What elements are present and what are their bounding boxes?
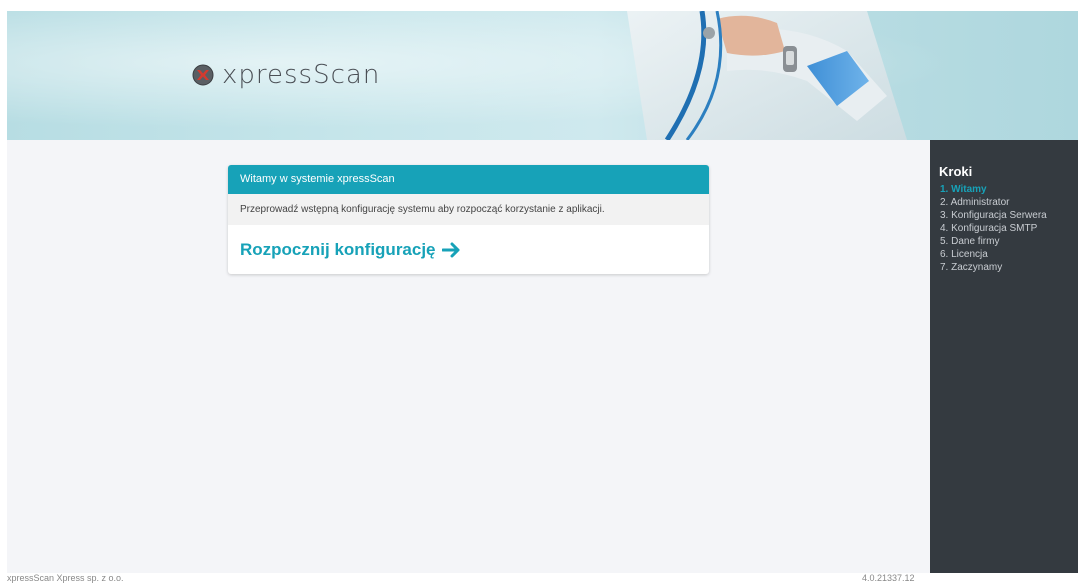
main-content: Witamy w systemie xpressScan Przeprowadź…: [7, 140, 930, 573]
start-configuration-link[interactable]: Rozpocznij konfigurację: [228, 225, 709, 274]
steps-list: 1. Witamy 2. Administrator 3. Konfigurac…: [939, 183, 1078, 274]
steps-sidebar: Kroki 1. Witamy 2. Administrator 3. Konf…: [930, 140, 1078, 573]
step-administrator: 2. Administrator: [940, 197, 1010, 208]
step-company-data: 5. Dane firmy: [940, 236, 1000, 247]
xpressscan-logo-icon: [192, 64, 214, 86]
step-smtp-config: 4. Konfiguracja SMTP: [940, 223, 1038, 234]
step-server-config: 3. Konfiguracja Serwera: [940, 210, 1047, 221]
welcome-card: Witamy w systemie xpressScan Przeprowadź…: [228, 165, 709, 274]
steps-title: Kroki: [939, 164, 973, 179]
start-configuration-label: Rozpocznij konfigurację: [240, 239, 436, 259]
doctor-illustration: [627, 11, 907, 140]
step-welcome: 1. Witamy: [940, 184, 987, 195]
app-logo: xpressScan: [192, 60, 380, 90]
header-banner: xpressScan: [7, 11, 1078, 140]
footer-company: xpressScan Xpress sp. z o.o.: [7, 573, 124, 583]
logo-text: xpressScan: [222, 60, 381, 90]
step-start: 7. Zaczynamy: [940, 262, 1003, 273]
app-frame: xpressScan Witamy w systemie xpressScan …: [7, 11, 1078, 573]
card-description: Przeprowadź wstępną konfigurację systemu…: [228, 194, 709, 225]
card-title: Witamy w systemie xpressScan: [228, 165, 709, 194]
footer-version: 4.0.21337.12: [862, 573, 915, 583]
arrow-right-icon: [441, 242, 460, 257]
step-license: 6. Licencja: [940, 249, 988, 260]
